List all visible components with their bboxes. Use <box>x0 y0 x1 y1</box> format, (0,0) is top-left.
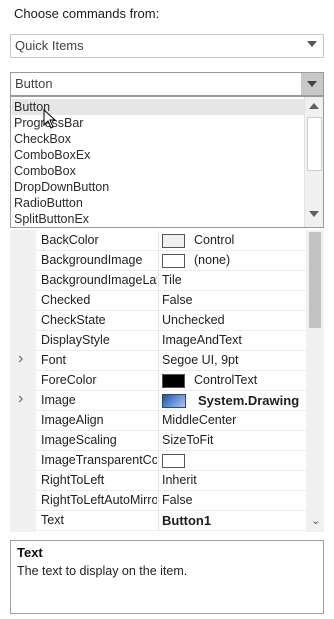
mouse-cursor-icon <box>43 109 57 129</box>
column-divider <box>158 251 159 271</box>
property-value[interactable]: Segoe UI, 9pt <box>162 353 238 367</box>
property-row-text[interactable]: Text Button1 <box>36 511 306 531</box>
property-grid-gutter <box>10 230 36 532</box>
property-row-backcolor[interactable]: BackColor Control <box>36 231 306 251</box>
property-row-checked[interactable]: Checked False <box>36 291 306 311</box>
arrow-up-icon[interactable] <box>309 103 319 109</box>
property-value[interactable]: (none) <box>194 253 230 267</box>
dropdown-item[interactable]: ComboBoxEx <box>14 147 90 163</box>
dropdown-item[interactable]: CheckBox <box>14 131 71 147</box>
property-value[interactable]: ControlText <box>194 373 257 387</box>
property-row-checkstate[interactable]: CheckState Unchecked <box>36 311 306 331</box>
description-text: The text to display on the item. <box>17 564 188 578</box>
choose-commands-label: Choose commands from: <box>14 6 160 21</box>
column-divider <box>158 271 159 291</box>
property-name: ImageAlign <box>41 413 104 427</box>
property-name: RightToLeft <box>41 473 105 487</box>
color-swatch <box>162 454 185 468</box>
command-source-combo[interactable]: Quick Items <box>10 34 324 58</box>
property-name: BackgroundImageLayout <box>41 273 157 287</box>
property-row-forecolor[interactable]: ForeColor ControlText <box>36 371 306 391</box>
property-name: DisplayStyle <box>41 333 110 347</box>
property-value[interactable]: ImageAndText <box>162 333 242 347</box>
property-row-backgroundimagelayout[interactable]: BackgroundImageLayout Tile <box>36 271 306 291</box>
property-name: ImageScaling <box>41 433 117 447</box>
item-type-combo[interactable]: Button <box>10 72 324 96</box>
property-row-displaystyle[interactable]: DisplayStyle ImageAndText <box>36 331 306 351</box>
command-source-value: Quick Items <box>15 38 84 53</box>
property-row-backgroundimage[interactable]: BackgroundImage (none) <box>36 251 306 271</box>
chevron-down-icon[interactable] <box>307 41 317 47</box>
column-divider <box>158 411 159 431</box>
image-thumbnail-icon <box>162 394 186 408</box>
property-name: Text <box>41 513 64 527</box>
property-value[interactable]: Button1 <box>162 513 211 528</box>
column-divider <box>158 451 159 471</box>
property-grid[interactable]: BackColor Control BackgroundImage (none) Bac… <box>10 230 324 532</box>
dropdown-item[interactable]: ComboBox <box>14 163 76 179</box>
property-name: ImageTransparentColor <box>41 453 157 467</box>
chevron-down-icon[interactable] <box>307 81 317 87</box>
property-row-imagealign[interactable]: ImageAlign MiddleCenter <box>36 411 306 431</box>
dropdown-item[interactable]: SplitButtonEx <box>14 211 89 227</box>
property-value[interactable]: System.Drawing <box>198 393 299 408</box>
chevron-right-icon[interactable]: › <box>18 390 23 408</box>
property-name: Checked <box>41 293 91 307</box>
property-value[interactable]: False <box>162 293 193 307</box>
property-row-font[interactable]: Font Segoe UI, 9pt <box>36 351 306 371</box>
property-row-imagescaling[interactable]: ImageScaling SizeToFit <box>36 431 306 451</box>
property-name: Image <box>41 393 76 407</box>
color-swatch <box>162 374 185 388</box>
column-divider <box>158 491 159 511</box>
column-divider <box>158 391 159 411</box>
column-divider <box>158 231 159 251</box>
column-divider <box>158 471 159 491</box>
property-value[interactable]: Tile <box>162 273 182 287</box>
column-divider <box>158 511 159 531</box>
column-divider <box>158 351 159 371</box>
property-row-righttoleft[interactable]: RightToLeft Inherit <box>36 471 306 491</box>
property-name: Font <box>41 353 67 367</box>
description-panel: Text The text to display on the item. <box>10 540 324 614</box>
property-name: RightToLeftAutoMirrorImage <box>41 493 157 507</box>
property-name: BackColor <box>41 233 99 247</box>
scrollbar-thumb[interactable] <box>307 117 322 171</box>
dropdown-scrollbar[interactable] <box>304 97 323 227</box>
property-value[interactable]: Control <box>194 233 234 247</box>
color-swatch <box>162 254 185 268</box>
property-name: ForeColor <box>41 373 97 387</box>
color-swatch <box>162 234 185 248</box>
property-grid-scrollbar[interactable]: ⌄ <box>306 230 324 532</box>
dropdown-item[interactable]: DropDownButton <box>14 179 109 195</box>
column-divider <box>158 291 159 311</box>
chevron-right-icon[interactable]: › <box>18 350 23 368</box>
dropdown-item[interactable]: RadioButton <box>14 195 83 211</box>
chevron-down-icon[interactable]: ⌄ <box>311 516 320 527</box>
property-row-imagetransparentcolor[interactable]: ImageTransparentColor <box>36 451 306 471</box>
column-divider <box>158 431 159 451</box>
column-divider <box>158 331 159 351</box>
column-divider <box>158 311 159 331</box>
description-title: Text <box>17 545 43 560</box>
property-value[interactable]: Inherit <box>162 473 197 487</box>
property-row-righttoleftautomirrorimage[interactable]: RightToLeftAutoMirrorImage False <box>36 491 306 511</box>
property-name: CheckState <box>41 313 106 327</box>
item-type-dropdown-list[interactable]: Button ProgressBar CheckBox ComboBoxEx C… <box>10 96 324 228</box>
property-value[interactable]: SizeToFit <box>162 433 213 447</box>
property-value[interactable]: MiddleCenter <box>162 413 236 427</box>
item-type-value: Button <box>15 76 53 91</box>
property-value[interactable]: False <box>162 493 193 507</box>
property-row-image[interactable]: Image System.Drawing <box>36 391 306 411</box>
scrollbar-thumb[interactable] <box>309 232 321 328</box>
property-name: BackgroundImage <box>41 253 143 267</box>
column-divider <box>158 371 159 391</box>
arrow-down-icon[interactable] <box>309 211 319 217</box>
property-value[interactable]: Unchecked <box>162 313 225 327</box>
